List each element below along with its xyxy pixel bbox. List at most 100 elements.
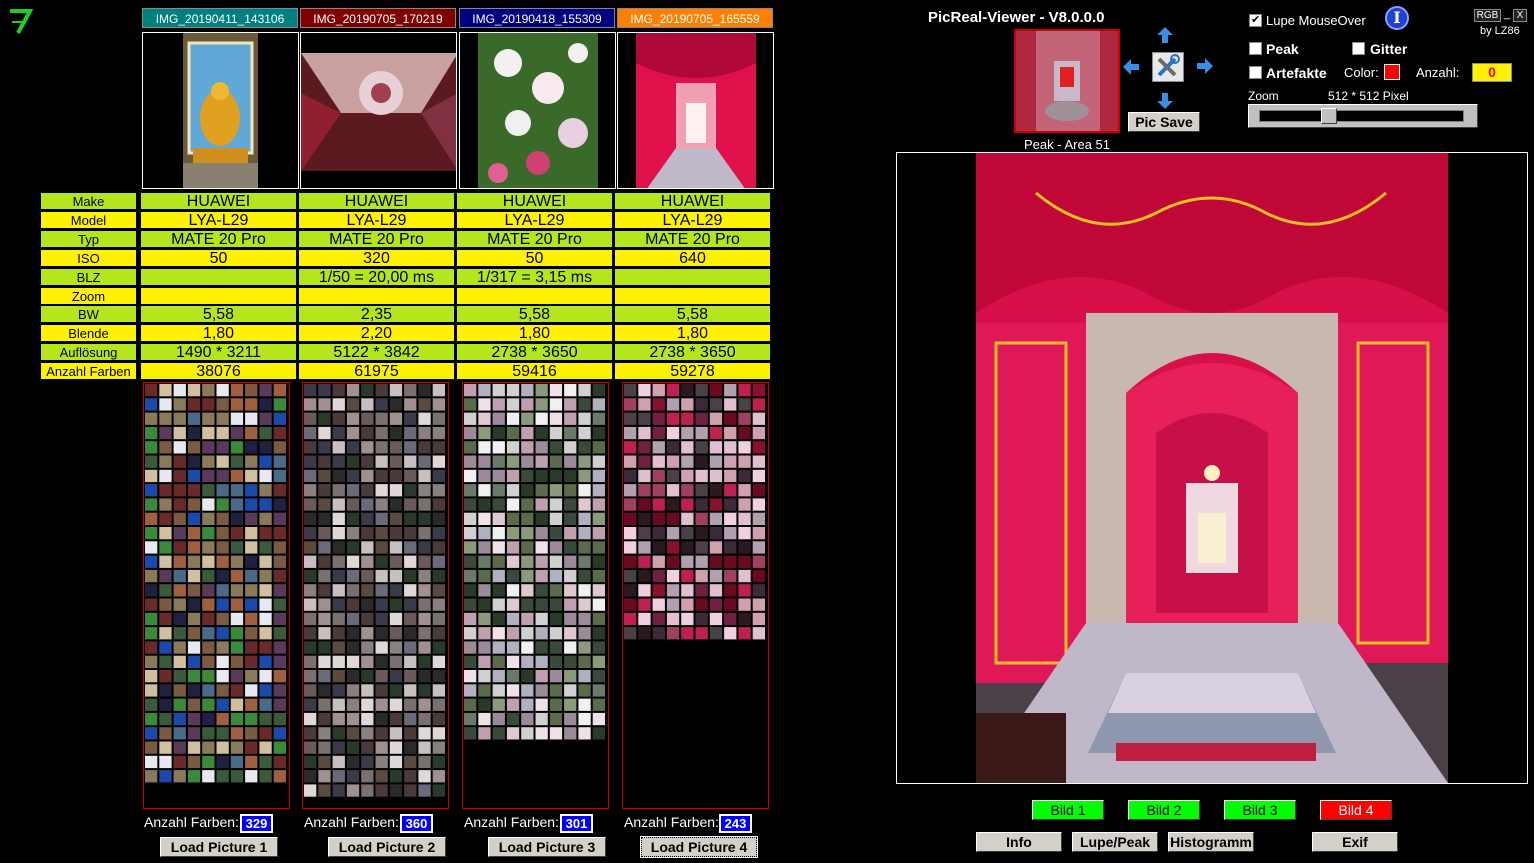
zoom-slider-track — [1259, 110, 1464, 122]
exif-cell-iso-1: 50 — [140, 248, 297, 267]
gitter-checkbox[interactable] — [1352, 42, 1365, 55]
exif-cell-blende-4: 1,80 — [614, 324, 771, 343]
arrow-up-icon[interactable] — [1156, 26, 1174, 44]
exif-cell-farben-4: 59278 — [614, 362, 771, 381]
load-picture-4-button[interactable]: Load Picture 4 — [640, 836, 758, 858]
color-swatch[interactable] — [1384, 64, 1400, 80]
exif-cell-zoom-3 — [456, 286, 613, 305]
exif-cell-model-1: LYA-L29 — [140, 210, 297, 229]
load-picture-1-button[interactable]: Load Picture 1 — [160, 837, 278, 857]
color-count-label-3: Anzahl Farben: — [464, 814, 559, 830]
load-picture-2-button[interactable]: Load Picture 2 — [328, 837, 446, 857]
thumbnail-2[interactable] — [300, 32, 457, 189]
rgb-button[interactable]: RGB — [1474, 9, 1501, 22]
arrow-right-icon[interactable] — [1196, 57, 1214, 75]
exif-cell-bw-2: 2,35 — [298, 305, 455, 324]
minimize-button[interactable]: _ — [1501, 9, 1513, 22]
gitter-label: Gitter — [1370, 41, 1408, 57]
file-tab-3[interactable]: IMG_20190418_155309 — [459, 8, 615, 28]
bild-2-button[interactable]: Bild 2 — [1128, 800, 1200, 820]
exif-label-iso: ISO — [40, 248, 137, 267]
color-count-3: 301 — [560, 814, 593, 833]
author-label: by LZ86 — [1480, 25, 1520, 37]
lupe-mouseover-checkbox[interactable] — [1249, 13, 1262, 27]
zoom-slider-thumb[interactable] — [1320, 108, 1337, 124]
exif-cell-blz-1 — [140, 267, 297, 286]
exif-cell-model-2: LYA-L29 — [298, 210, 455, 229]
app-logo — [6, 6, 36, 36]
lupe-peak-button[interactable]: Lupe/Peak — [1072, 832, 1158, 852]
color-label: Color: — [1344, 65, 1379, 80]
close-button[interactable]: X — [1513, 9, 1527, 22]
exif-cell-iso-2: 320 — [298, 248, 455, 267]
bild-3-button[interactable]: Bild 3 — [1224, 800, 1296, 820]
exif-cell-blz-4 — [614, 267, 771, 286]
pic-save-button[interactable]: Pic Save — [1128, 112, 1200, 132]
peak-checkbox[interactable] — [1249, 42, 1262, 55]
peak-preview — [1014, 29, 1120, 133]
file-tab-2[interactable]: IMG_20190705_170219 — [300, 8, 456, 28]
exif-cell-aufloesung-1: 1490 * 3211 — [140, 343, 297, 362]
color-count-1: 329 — [240, 814, 273, 833]
peak-caption: Peak - Area 51 — [1024, 137, 1110, 152]
zoom-slider[interactable] — [1248, 104, 1478, 128]
color-count-label-1: Anzahl Farben: — [144, 814, 239, 830]
exif-label-model: Model — [40, 210, 137, 229]
exif-cell-make-2: HUAWEI — [298, 192, 455, 210]
exif-label-blende: Blende — [40, 324, 137, 343]
exif-cell-aufloesung-3: 2738 * 3650 — [456, 343, 613, 362]
exif-cell-model-3: LYA-L29 — [456, 210, 613, 229]
anzahl-label: Anzahl: — [1416, 65, 1460, 80]
exif-label-aufloesung: Auflösung — [40, 343, 137, 362]
anzahl-value: 0 — [1472, 63, 1512, 82]
exif-cell-blz-3: 1/317 = 3,15 ms — [456, 267, 613, 286]
artefakte-checkbox[interactable] — [1249, 66, 1262, 79]
file-tab-1[interactable]: IMG_20190411_143106 — [142, 8, 298, 28]
histogramm-button[interactable]: Histogramm — [1168, 832, 1254, 852]
info-button[interactable]: Info — [976, 832, 1062, 852]
main-image-frame[interactable] — [896, 152, 1528, 784]
thumbnail-1[interactable] — [142, 32, 299, 189]
app-title: PicReal-Viewer - V8.0.0.0 — [928, 9, 1105, 26]
arrow-left-icon[interactable] — [1122, 58, 1140, 76]
exif-cell-zoom-4 — [614, 286, 771, 305]
zoom-size: 512 * 512 Pixel — [1328, 89, 1409, 103]
exif-label-make: Make — [40, 192, 137, 210]
exif-cell-bw-3: 5,58 — [456, 305, 613, 324]
exif-label-farben: Anzahl Farben — [40, 362, 137, 381]
exif-cell-iso-3: 50 — [456, 248, 613, 267]
bild-1-button[interactable]: Bild 1 — [1032, 800, 1104, 820]
bild-4-button[interactable]: Bild 4 — [1320, 800, 1392, 820]
exif-cell-blende-2: 2,20 — [298, 324, 455, 343]
exif-cell-make-4: HUAWEI — [614, 192, 771, 210]
color-count-label-2: Anzahl Farben: — [304, 814, 399, 830]
tools-icon[interactable] — [1152, 52, 1184, 82]
color-grid-3 — [462, 382, 609, 809]
zoom-label: Zoom — [1248, 89, 1279, 103]
color-count-label-4: Anzahl Farben: — [624, 814, 719, 830]
exif-button[interactable]: Exif — [1312, 832, 1398, 852]
exif-cell-farben-2: 61975 — [298, 362, 455, 381]
thumbnail-3[interactable] — [459, 32, 616, 189]
peak-label: Peak — [1266, 41, 1299, 57]
exif-cell-blende-3: 1,80 — [456, 324, 613, 343]
color-grid-2 — [302, 382, 449, 809]
color-grid-1 — [143, 382, 290, 809]
exif-cell-zoom-2 — [298, 286, 455, 305]
exif-label-blz: BLZ — [40, 267, 137, 286]
exif-cell-typ-2: MATE 20 Pro — [298, 229, 455, 248]
load-picture-3-button[interactable]: Load Picture 3 — [488, 837, 606, 857]
file-tab-4[interactable]: IMG_20190705_165559 — [617, 8, 773, 28]
main-image — [976, 153, 1448, 783]
exif-cell-typ-4: MATE 20 Pro — [614, 229, 771, 248]
thumbnail-4[interactable] — [617, 32, 774, 189]
arrow-down-icon[interactable] — [1156, 92, 1174, 110]
exif-label-bw: BW — [40, 305, 137, 324]
exif-cell-make-3: HUAWEI — [456, 192, 613, 210]
exif-cell-bw-1: 5,58 — [140, 305, 297, 324]
info-icon[interactable]: I — [1385, 6, 1409, 30]
exif-cell-typ-1: MATE 20 Pro — [140, 229, 297, 248]
exif-label-typ: Typ — [40, 229, 137, 248]
exif-cell-model-4: LYA-L29 — [614, 210, 771, 229]
exif-cell-aufloesung-4: 2738 * 3650 — [614, 343, 771, 362]
